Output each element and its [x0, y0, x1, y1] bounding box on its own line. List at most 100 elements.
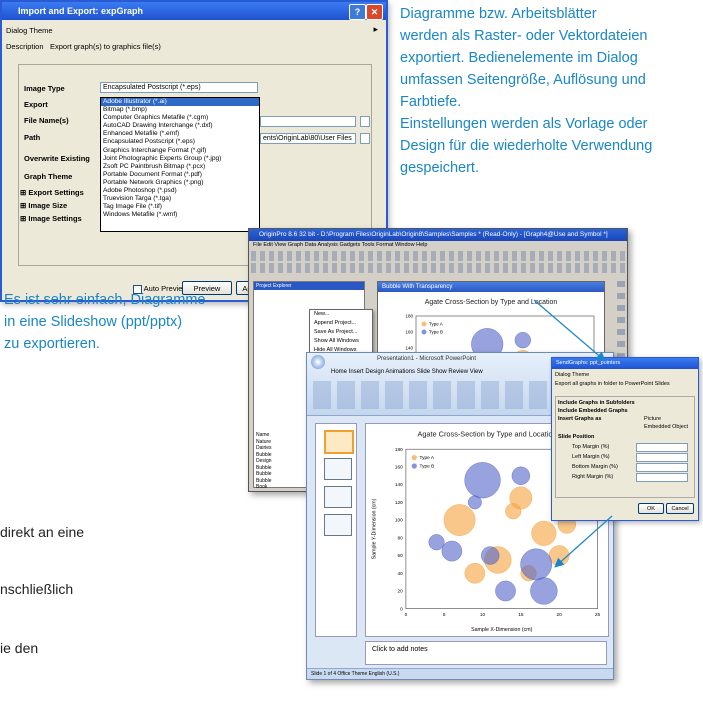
image-type-option[interactable]: Windows Metafile (*.wmf): [101, 211, 259, 219]
dialog-title-bar: Import and Export: expGraph ? ✕: [2, 2, 386, 20]
left-margin-field[interactable]: [636, 453, 688, 462]
ppt-dialog-description: Export all graphs in folder to PowerPoin…: [555, 381, 670, 387]
bubble-type-b: [428, 534, 445, 551]
top-margin-field[interactable]: [636, 443, 688, 452]
origin-toolbar-1[interactable]: [251, 251, 625, 261]
image-type-option[interactable]: Truevision Targa (*.tga): [101, 195, 259, 203]
image-type-option[interactable]: Enhanced Metafile (*.emf): [101, 130, 259, 138]
image-type-option[interactable]: Encapsulated Postscript (*.eps): [101, 138, 259, 146]
bottom-margin-field[interactable]: [636, 463, 688, 472]
image-size-node[interactable]: ⊞ Image Size: [20, 201, 67, 210]
y-tick-label: 80: [398, 535, 404, 541]
context-menu-item[interactable]: New...: [310, 310, 372, 319]
bubble-type-b: [511, 466, 531, 485]
tab-slide-show[interactable]: Slide Show: [417, 369, 449, 375]
ppt-title: Presentation1 - Microsoft PowerPoint: [377, 356, 477, 362]
menu-item-file[interactable]: File: [253, 242, 263, 248]
slide-thumb-3[interactable]: [324, 486, 352, 508]
caption-top-line-2: werden als Raster- oder Vektordateien: [400, 28, 648, 44]
menu-item-graph[interactable]: Graph: [288, 242, 305, 248]
y-tick-label: 20: [398, 589, 404, 595]
origin-toolbar-2[interactable]: [251, 263, 625, 273]
menu-item-help[interactable]: Help: [416, 242, 427, 248]
include-subfolders-label: Include Graphs in Subfolders: [558, 400, 635, 406]
image-type-option[interactable]: Bitmap (*.bmp): [101, 106, 259, 114]
image-settings-node[interactable]: ⊞ Image Settings: [20, 214, 82, 223]
tab-review[interactable]: Review: [448, 369, 469, 375]
body-text-2: nschließlich: [0, 581, 74, 597]
send-graphs-title: SendGraphs: ppt_pointers: [552, 358, 698, 369]
graph-theme-label: Graph Theme: [24, 172, 73, 181]
chart-title: Agate Cross-Section by Type and Location: [417, 430, 556, 439]
image-type-option[interactable]: Tag Image File (*.tif): [101, 203, 259, 211]
bubble-type-b: [520, 548, 553, 581]
notes-pane[interactable]: Click to add notes: [365, 641, 607, 665]
image-type-option[interactable]: Graphics Interchange Format (*.gif): [101, 147, 259, 155]
menu-item-data[interactable]: Data: [305, 242, 318, 248]
ok-button[interactable]: OK: [638, 503, 664, 514]
legend-marker: [421, 321, 427, 327]
tab-home[interactable]: Home: [331, 369, 349, 375]
ppt-tabs[interactable]: Home Insert Design Animations Slide Show…: [331, 369, 483, 375]
slide-thumb-1[interactable]: [324, 430, 354, 454]
caption-left-line-2: in eine Slideshow (ppt/pptx): [4, 314, 183, 330]
bottom-margin-label: Bottom Margin (%): [572, 464, 618, 470]
context-menu-item[interactable]: Append Project...: [310, 319, 372, 328]
legend-marker: [411, 463, 417, 469]
theme-arrow-icon[interactable]: ▸: [373, 24, 378, 35]
description-value: Export graph(s) to graphics file(s): [50, 42, 161, 51]
menu-item-gadgets[interactable]: Gadgets: [339, 242, 361, 248]
y-tick-label: 180: [405, 314, 413, 319]
bubble-type-b: [464, 462, 501, 499]
menu-item-format[interactable]: Format: [376, 242, 395, 248]
y-tick-label: 60: [398, 553, 404, 559]
slide-thumb-2[interactable]: [324, 458, 352, 480]
close-button[interactable]: ✕: [366, 4, 383, 20]
export-settings-node[interactable]: ⊞ Export Settings: [20, 188, 84, 197]
description-label: Description: [6, 42, 44, 51]
menu-item-analysis[interactable]: Analysis: [317, 242, 339, 248]
include-embedded-label: Include Embedded Graphs: [558, 408, 628, 414]
image-type-option[interactable]: Joint Photographic Experts Group (*.jpg): [101, 155, 259, 163]
image-type-option[interactable]: Portable Network Graphics (*.png): [101, 179, 259, 187]
menu-item-edit[interactable]: Edit: [263, 242, 274, 248]
menu-item-tools[interactable]: Tools: [362, 242, 376, 248]
bubble-type-b: [481, 546, 500, 565]
caption-top-line-1: Diagramme bzw. Arbeitsblätter: [400, 6, 597, 22]
graph-window-title: Bubble With Transparency: [378, 282, 604, 292]
image-type-option[interactable]: Portable Document Format (*.pdf): [101, 171, 259, 179]
origin-menu-bar[interactable]: File Edit View Graph Data Analysis Gadge…: [253, 242, 427, 248]
path-browse-button[interactable]: [360, 133, 370, 144]
path-field[interactable]: ents\OriginLab\80\User Files: [260, 133, 356, 144]
image-type-option[interactable]: Computer Graphics Metafile (*.cgm): [101, 114, 259, 122]
tab-animations[interactable]: Animations: [385, 369, 416, 375]
file-name-checkbox[interactable]: [360, 116, 370, 127]
bubble-type-a: [548, 545, 570, 566]
office-button-icon[interactable]: [311, 355, 325, 369]
slide-position-node[interactable]: Slide Position: [558, 434, 594, 440]
menu-item-window[interactable]: Window: [395, 242, 416, 248]
context-menu-item[interactable]: Show All Windows: [310, 337, 372, 346]
tab-design[interactable]: Design: [365, 369, 385, 375]
context-menu-item[interactable]: Save As Project...: [310, 328, 372, 337]
embedded-option[interactable]: Embedded Object: [644, 424, 688, 430]
image-type-option[interactable]: Adobe Photoshop (*.psd): [101, 187, 259, 195]
caption-left-line-3: zu exportieren.: [4, 336, 100, 352]
slide-thumb-4[interactable]: [324, 514, 352, 536]
image-type-option[interactable]: Zsoft PC Paintbrush Bitmap (*.pcx): [101, 163, 259, 171]
image-type-select[interactable]: Encapsulated Postscript (*.eps): [100, 82, 258, 93]
menu-item-view[interactable]: View: [274, 242, 287, 248]
picture-option[interactable]: Picture: [644, 416, 661, 422]
x-tick-label: 20: [557, 612, 563, 618]
tab-insert[interactable]: Insert: [349, 369, 366, 375]
image-type-option[interactable]: AutoCAD Drawing Interchange (*.dxf): [101, 122, 259, 130]
cancel-button[interactable]: Cancel: [666, 503, 694, 514]
image-type-dropdown-list[interactable]: Adobe Illustrator (*.ai) Bitmap (*.bmp) Co…: [100, 97, 260, 232]
file-name-field[interactable]: [260, 116, 356, 127]
y-tick-label: 100: [395, 518, 403, 524]
bubble-type-b: [467, 495, 482, 510]
help-button[interactable]: ?: [349, 4, 366, 20]
tab-view[interactable]: View: [470, 369, 483, 375]
right-margin-field[interactable]: [636, 473, 688, 482]
image-type-option[interactable]: Adobe Illustrator (*.ai): [101, 98, 259, 107]
